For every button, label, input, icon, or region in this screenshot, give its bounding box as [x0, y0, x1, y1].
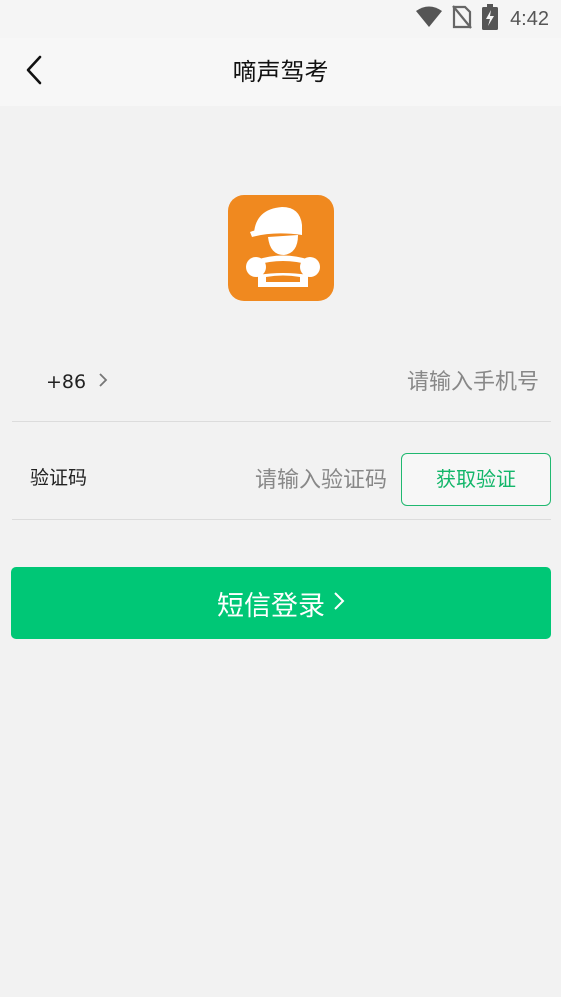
status-bar: 4:42 — [0, 0, 561, 38]
verification-row: 验证码 获取验证 — [12, 422, 551, 520]
verification-code-input[interactable] — [207, 460, 387, 500]
nav-bar: 嘀声驾考 — [0, 38, 561, 106]
driver-at-wheel-icon — [228, 207, 334, 301]
country-code-label: +86 — [46, 371, 87, 393]
phone-input[interactable] — [239, 362, 539, 402]
page-title: 嘀声驾考 — [232, 58, 329, 86]
country-code-selector[interactable]: +86 — [46, 342, 108, 422]
sms-login-button[interactable]: 短信登录 — [11, 567, 551, 639]
back-button[interactable] — [14, 52, 54, 92]
no-sim-icon — [452, 5, 472, 33]
battery-charging-icon — [482, 4, 499, 34]
app-logo — [228, 195, 334, 301]
status-time: 4:42 — [510, 7, 549, 30]
chevron-right-icon — [333, 588, 345, 619]
wifi-icon — [416, 6, 443, 32]
verification-label: 验证码 — [30, 467, 88, 489]
login-button-label: 短信登录 — [217, 590, 325, 622]
get-code-button[interactable]: 获取验证 — [401, 453, 551, 506]
phone-row: +86 — [12, 342, 551, 422]
chevron-left-icon — [24, 55, 44, 89]
status-icons: 4:42 — [416, 4, 549, 34]
chevron-right-icon — [98, 342, 108, 422]
